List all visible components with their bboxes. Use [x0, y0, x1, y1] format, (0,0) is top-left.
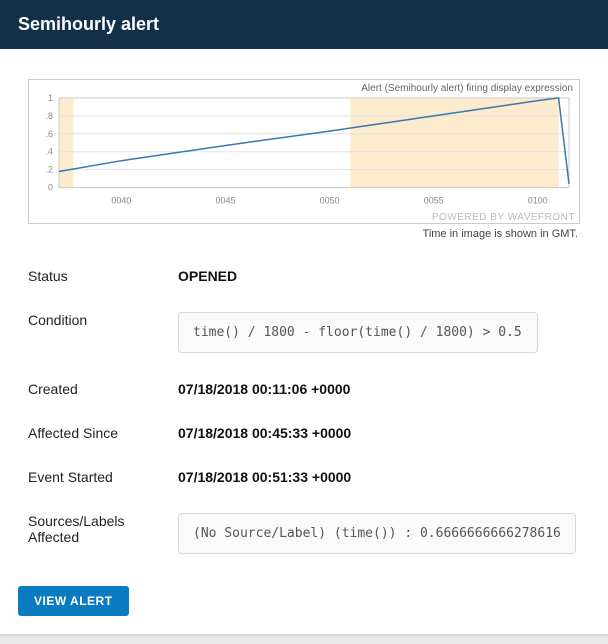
svg-text:.8: .8 — [45, 111, 52, 121]
svg-text:0055: 0055 — [424, 196, 444, 206]
status-value: OPENED — [178, 254, 580, 298]
status-label: Status — [28, 254, 178, 298]
card-footer: VIEW ALERT — [0, 586, 608, 634]
created-label: Created — [28, 367, 178, 411]
sources-label: Sources/Labels Affected — [28, 499, 178, 568]
alert-chart: 0 .2 .4 .6 .8 1 0040 0045 0050 0055 0100 — [29, 80, 579, 210]
row-created: Created 07/18/2018 00:11:06 +0000 — [28, 367, 580, 411]
condition-value-cell: time() / 1800 - floor(time() / 1800) > 0… — [178, 298, 580, 367]
condition-value: time() / 1800 - floor(time() / 1800) > 0… — [178, 312, 538, 353]
chart-title: Alert (Semihourly alert) firing display … — [361, 83, 573, 94]
affected-label: Affected Since — [28, 411, 178, 455]
condition-label: Condition — [28, 298, 178, 367]
chart-container: Alert (Semihourly alert) firing display … — [28, 79, 580, 224]
svg-text:.4: .4 — [45, 147, 52, 157]
fields-table: Status OPENED Condition time() / 1800 - … — [28, 254, 580, 568]
page-title: Semihourly alert — [18, 14, 159, 34]
row-affected: Affected Since 07/18/2018 00:45:33 +0000 — [28, 411, 580, 455]
row-sources: Sources/Labels Affected (No Source/Label… — [28, 499, 580, 568]
svg-text:0040: 0040 — [111, 196, 131, 206]
svg-text:.6: .6 — [45, 129, 52, 139]
alert-card: Semihourly alert Alert (Semihourly alert… — [0, 0, 608, 634]
timezone-note: Time in image is shown in GMT. — [28, 228, 578, 240]
event-value: 07/18/2018 00:51:33 +0000 — [178, 455, 580, 499]
svg-text:0: 0 — [48, 183, 53, 193]
svg-text:.2: .2 — [45, 165, 52, 175]
view-alert-button[interactable]: VIEW ALERT — [18, 586, 129, 616]
event-label: Event Started — [28, 455, 178, 499]
row-status: Status OPENED — [28, 254, 580, 298]
sources-value-cell: (No Source/Label) (time()) : 0.666666666… — [178, 499, 580, 568]
row-condition: Condition time() / 1800 - floor(time() /… — [28, 298, 580, 367]
created-value: 07/18/2018 00:11:06 +0000 — [178, 367, 580, 411]
svg-text:0050: 0050 — [320, 196, 340, 206]
svg-text:0100: 0100 — [528, 196, 548, 206]
svg-text:0045: 0045 — [216, 196, 236, 206]
affected-value: 07/18/2018 00:45:33 +0000 — [178, 411, 580, 455]
attribution-text: POWERED BY WAVEFRONT — [29, 210, 579, 223]
svg-text:1: 1 — [48, 93, 53, 103]
card-body: Alert (Semihourly alert) firing display … — [0, 49, 608, 586]
sources-value: (No Source/Label) (time()) : 0.666666666… — [178, 513, 576, 554]
row-event: Event Started 07/18/2018 00:51:33 +0000 — [28, 455, 580, 499]
card-header: Semihourly alert — [0, 0, 608, 49]
